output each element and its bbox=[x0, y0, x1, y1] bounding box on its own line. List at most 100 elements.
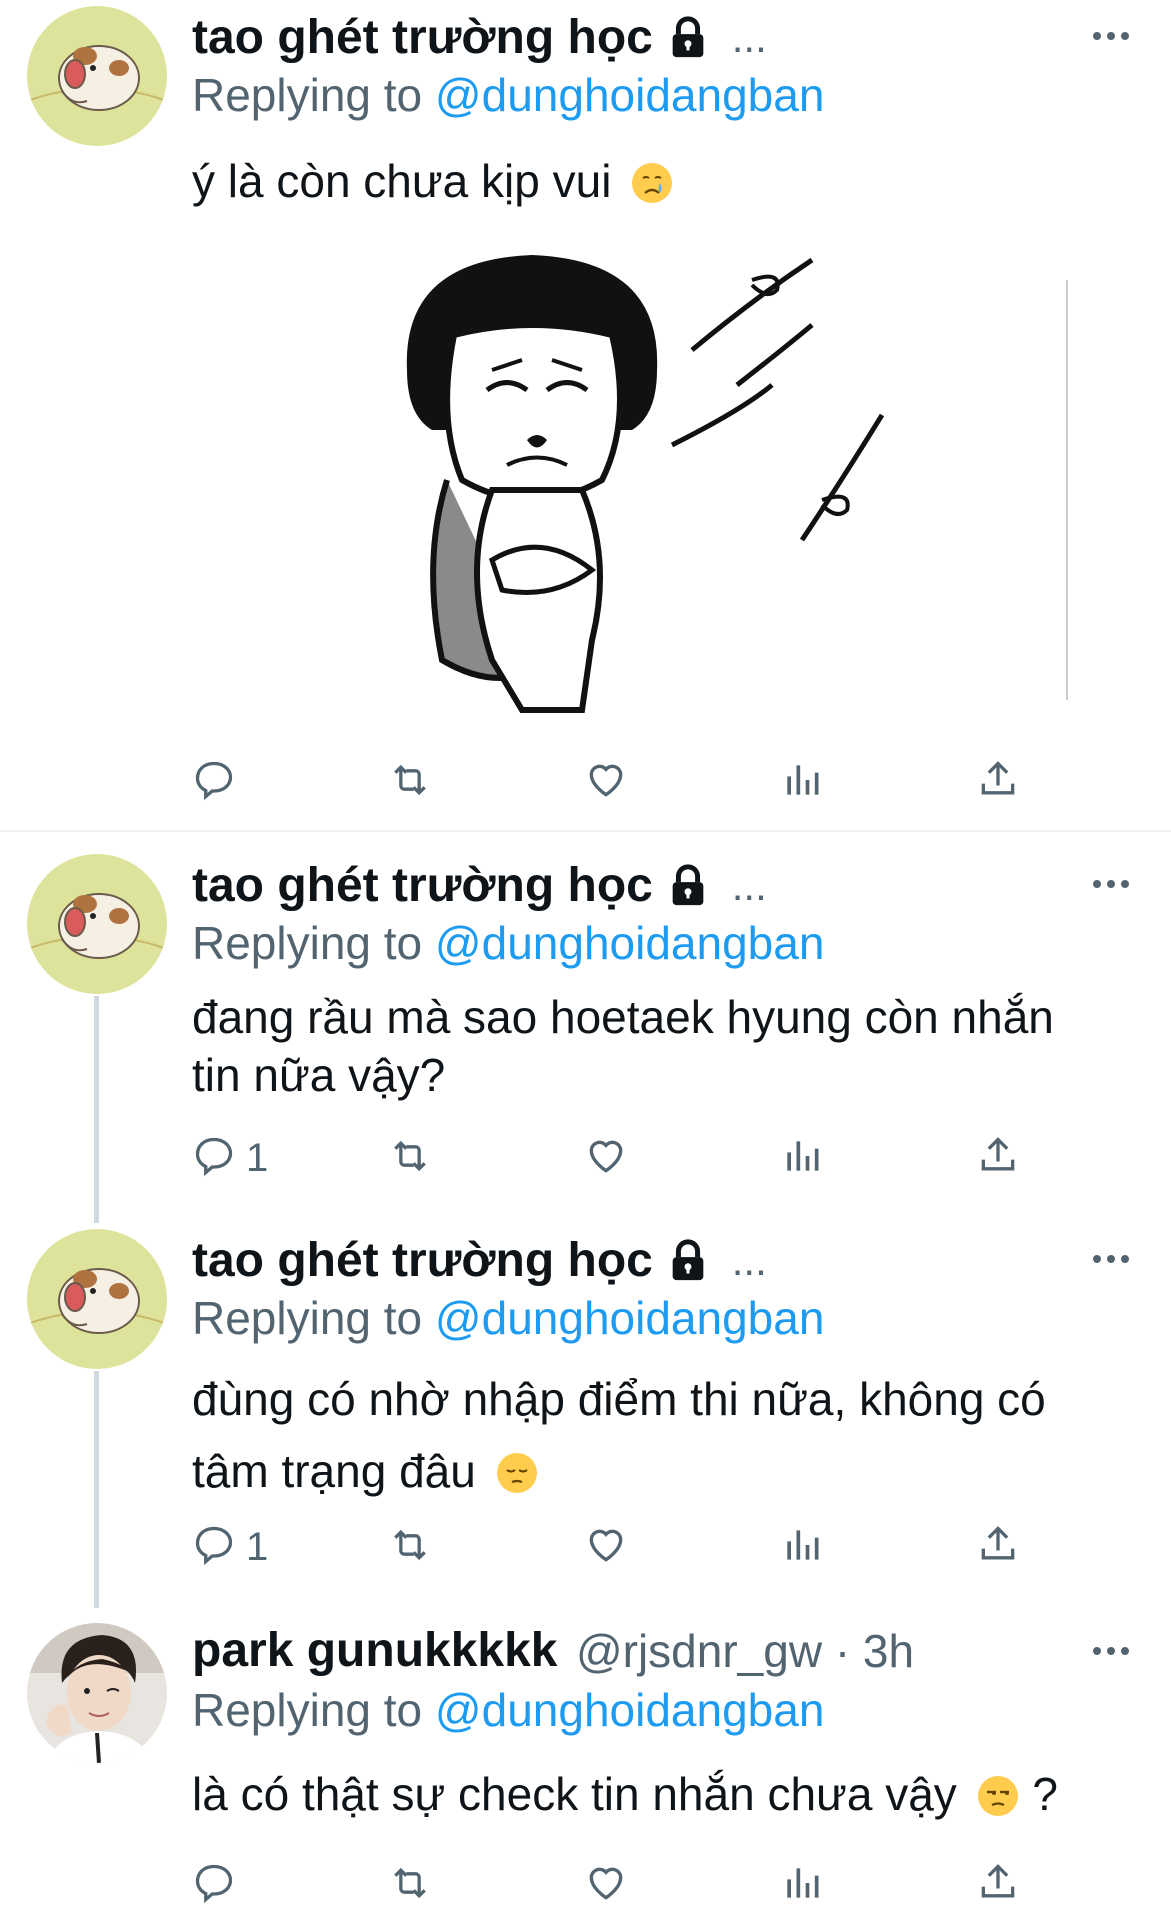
analytics-icon bbox=[780, 1523, 824, 1572]
handle-truncated: ... bbox=[731, 1236, 767, 1284]
tweet-actions bbox=[192, 1861, 1072, 1909]
display-name[interactable]: tao ghét trường học bbox=[192, 1234, 653, 1287]
display-name[interactable]: tao ghét trường học bbox=[192, 859, 653, 912]
pensive-face-icon bbox=[495, 1443, 539, 1493]
retweet-button[interactable] bbox=[388, 758, 432, 806]
share-icon bbox=[976, 1861, 1020, 1910]
lock-icon bbox=[665, 1238, 711, 1284]
reply-button[interactable]: 1 bbox=[192, 1134, 268, 1182]
more-options-icon[interactable] bbox=[1091, 1249, 1131, 1269]
retweet-icon bbox=[388, 1523, 432, 1572]
mention-link[interactable]: @dunghoidangban bbox=[435, 1684, 825, 1736]
share-button[interactable] bbox=[976, 758, 1020, 806]
reply-count: 1 bbox=[246, 1524, 269, 1569]
analytics-button[interactable] bbox=[780, 1523, 824, 1571]
heart-icon bbox=[584, 1861, 628, 1910]
tweet-actions: 1 bbox=[192, 1523, 1072, 1571]
replying-to: Replying to @dunghoidangban bbox=[192, 68, 824, 122]
avatar[interactable] bbox=[27, 1229, 167, 1369]
reply-count: 1 bbox=[246, 1135, 269, 1180]
retweet-button[interactable] bbox=[388, 1861, 432, 1909]
reply-button[interactable]: 1 bbox=[192, 1523, 268, 1571]
more-options-icon[interactable] bbox=[1091, 26, 1131, 46]
share-button[interactable] bbox=[976, 1523, 1020, 1571]
display-name[interactable]: park gunukkkkk bbox=[192, 1624, 557, 1677]
replying-to: Replying to @dunghoidangban bbox=[192, 1291, 824, 1345]
mention-link[interactable]: @dunghoidangban bbox=[435, 1292, 825, 1344]
share-icon bbox=[976, 1134, 1020, 1183]
avatar[interactable] bbox=[27, 6, 167, 146]
more-options-icon[interactable] bbox=[1091, 1641, 1131, 1661]
tweet-1[interactable]: tao ghét trường học ... Replying to @dun… bbox=[0, 0, 1171, 830]
analytics-icon bbox=[780, 1134, 824, 1183]
tweet-3[interactable]: tao ghét trường học ... Replying to @dun… bbox=[0, 1223, 1171, 1608]
crying-face-icon bbox=[630, 160, 674, 204]
avatar[interactable] bbox=[27, 1623, 167, 1763]
retweet-icon bbox=[388, 1861, 432, 1910]
heart-icon bbox=[584, 1134, 628, 1183]
tweet-text: là có thật sự check tin nhắn chưa vậy ? bbox=[192, 1765, 1132, 1823]
replying-to: Replying to @dunghoidangban bbox=[192, 916, 824, 970]
tweet-text-line: tin nữa vậy? bbox=[192, 1049, 446, 1101]
reply-button[interactable] bbox=[192, 758, 246, 806]
share-icon bbox=[976, 1523, 1020, 1572]
avatar[interactable] bbox=[27, 854, 167, 994]
like-button[interactable] bbox=[584, 1134, 628, 1182]
replying-to: Replying to @dunghoidangban bbox=[192, 1683, 824, 1737]
retweet-button[interactable] bbox=[388, 1134, 432, 1182]
lock-icon bbox=[665, 863, 711, 909]
reply-icon bbox=[192, 1523, 236, 1572]
hamster-avatar-icon bbox=[27, 6, 167, 146]
tweet-text-suffix: ? bbox=[1032, 1768, 1058, 1820]
tweet-header: tao ghét trường học ... bbox=[192, 858, 1131, 918]
replying-prefix: Replying to bbox=[192, 1292, 423, 1344]
unamused-face-icon bbox=[976, 1773, 1020, 1817]
tweet-actions: 1 bbox=[192, 1134, 1072, 1182]
like-button[interactable] bbox=[584, 1523, 628, 1571]
display-name[interactable]: tao ghét trường học bbox=[192, 11, 653, 64]
analytics-button[interactable] bbox=[780, 1134, 824, 1182]
meme-illustration bbox=[192, 240, 1072, 730]
share-icon bbox=[976, 758, 1020, 807]
hamster-avatar-icon bbox=[27, 1229, 167, 1369]
analytics-button[interactable] bbox=[780, 1861, 824, 1909]
reply-icon bbox=[192, 1134, 236, 1183]
thread-line bbox=[94, 996, 99, 1223]
replying-prefix: Replying to bbox=[192, 1684, 423, 1736]
reply-icon bbox=[192, 1861, 236, 1910]
analytics-icon bbox=[780, 1861, 824, 1910]
like-button[interactable] bbox=[584, 758, 628, 806]
analytics-icon bbox=[780, 758, 824, 807]
tweet-text-line: đang rầu mà sao hoetaek hyung còn nhắn bbox=[192, 991, 1054, 1043]
tweet-text: đang rầu mà sao hoetaek hyung còn nhắn t… bbox=[192, 988, 1132, 1104]
tweet-text-line: tâm trạng đâu bbox=[192, 1445, 476, 1497]
tweet-header: park gunukkkkk @rjsdnr_gw · 3h bbox=[192, 1623, 1131, 1683]
share-button[interactable] bbox=[976, 1134, 1020, 1182]
tweet-4[interactable]: park gunukkkkk @rjsdnr_gw · 3h Replying … bbox=[0, 1615, 1171, 1920]
share-button[interactable] bbox=[976, 1861, 1020, 1909]
tweet-text-line-with-emoji: tâm trạng đâu bbox=[192, 1435, 1132, 1507]
replying-prefix: Replying to bbox=[192, 917, 423, 969]
retweet-button[interactable] bbox=[388, 1523, 432, 1571]
analytics-button[interactable] bbox=[780, 758, 824, 806]
hamster-avatar-icon bbox=[27, 854, 167, 994]
tweet-text: ý là còn chưa kịp vui bbox=[192, 152, 1132, 210]
tweet-2[interactable]: tao ghét trường học ... Replying to @dun… bbox=[0, 848, 1171, 1223]
more-options-icon[interactable] bbox=[1091, 874, 1131, 894]
reply-button[interactable] bbox=[192, 1861, 246, 1909]
tweet-header: tao ghét trường học ... bbox=[192, 10, 1131, 70]
handle-truncated: ... bbox=[731, 861, 767, 909]
tweet-actions bbox=[192, 758, 1072, 806]
heart-icon bbox=[584, 758, 628, 807]
retweet-icon bbox=[388, 1134, 432, 1183]
mention-link[interactable]: @dunghoidangban bbox=[435, 917, 825, 969]
tweet-header: tao ghét trường học ... bbox=[192, 1233, 1131, 1293]
handle-truncated: ... bbox=[731, 13, 767, 61]
lock-icon bbox=[665, 15, 711, 61]
tweet-media-image[interactable] bbox=[192, 240, 1072, 730]
user-photo-avatar bbox=[27, 1623, 167, 1763]
like-button[interactable] bbox=[584, 1861, 628, 1909]
retweet-icon bbox=[388, 758, 432, 807]
handle-and-time[interactable]: @rjsdnr_gw · 3h bbox=[576, 1625, 914, 1677]
mention-link[interactable]: @dunghoidangban bbox=[435, 69, 825, 121]
